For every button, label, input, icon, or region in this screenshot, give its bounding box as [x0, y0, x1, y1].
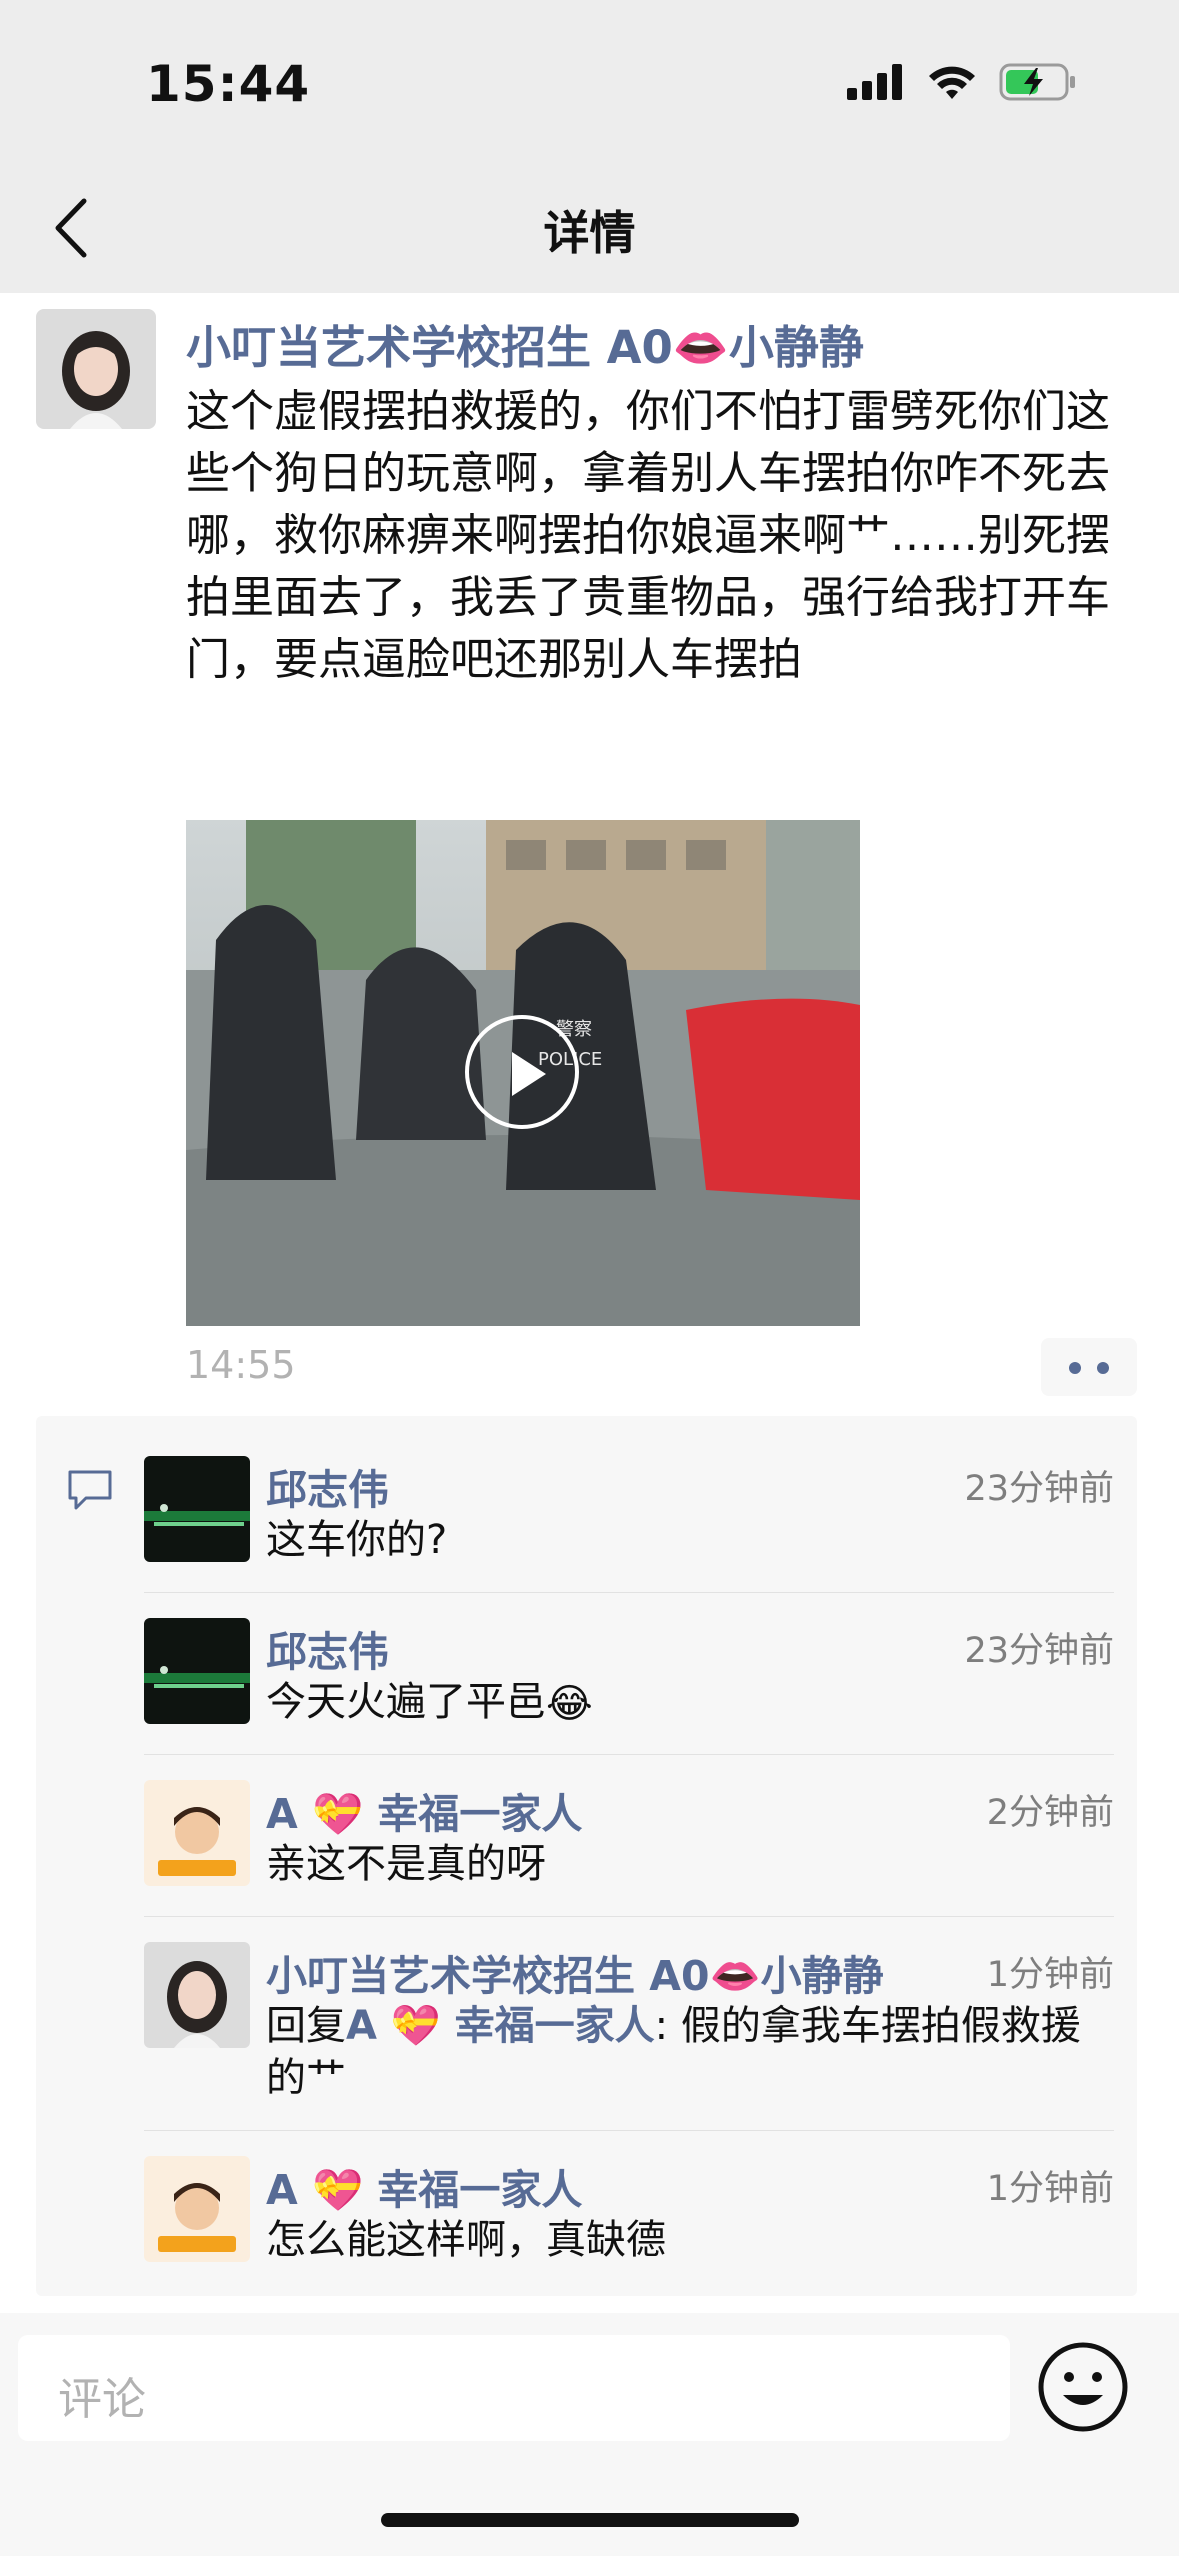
status-icons — [847, 62, 1079, 102]
status-time: 15:44 — [146, 55, 311, 113]
comment-text: 今天火遍了平邑😂 — [266, 1676, 1096, 1730]
comment-time: 23分钟前 — [964, 1469, 1114, 1509]
comment-divider — [144, 1754, 1114, 1755]
comment-input[interactable]: 评论 — [18, 2335, 1010, 2441]
cellular-signal-icon — [847, 64, 902, 100]
comment-author[interactable]: 小叮当艺术学校招生 A0👄小静静 — [266, 1942, 884, 2002]
comment-avatar[interactable] — [144, 1780, 250, 1886]
comment-time: 1分钟前 — [986, 2169, 1114, 2209]
comment-input-bar: 评论 — [0, 2313, 1179, 2556]
comment-text: 怎么能这样啊，真缺德 — [266, 2217, 666, 2263]
post-time: 14:55 — [186, 1343, 296, 1387]
comment-input-placeholder: 评论 — [58, 2374, 146, 2425]
comment-time: 23分钟前 — [964, 1631, 1114, 1671]
wifi-icon — [929, 66, 975, 99]
nav-bar: 详情 — [0, 165, 1179, 293]
comment-icon — [68, 1470, 112, 1510]
heart-emoji: 💝 — [312, 2166, 364, 2214]
page-title: 详情 — [543, 206, 636, 260]
comment-avatar[interactable] — [144, 2156, 250, 2262]
crying-laughing-emoji: 😂 — [546, 1681, 593, 1727]
heart-emoji: 💝 — [312, 1790, 364, 1838]
post-detail: 小叮当艺术学校招生 A0👄小静静 这个虚假摆拍救援的，你们不怕打雷劈死你们这些个… — [0, 293, 1179, 2313]
home-indicator — [381, 2513, 799, 2527]
video-thumbnail[interactable]: 警察 POLICE — [186, 820, 860, 1326]
reply-to-user[interactable]: A 💝 幸福一家人 — [346, 2003, 655, 2049]
comment-divider — [144, 1916, 1114, 1917]
comment-section: 邱志伟 23分钟前 这车你的? 邱志伟 23分钟前 今天火遍了平邑😂 A 💝 幸… — [36, 1416, 1137, 2296]
comment-author[interactable]: A 💝 幸福一家人 — [266, 1780, 582, 1840]
status-bar: 15:44 — [0, 0, 1179, 165]
comment-author[interactable]: A 💝 幸福一家人 — [266, 2156, 582, 2216]
comment-time: 2分钟前 — [986, 1793, 1114, 1833]
comment-avatar[interactable] — [144, 1456, 250, 1562]
smiley-icon[interactable] — [1035, 2339, 1131, 2435]
comment-avatar[interactable] — [144, 1942, 250, 2048]
more-dots-icon — [1069, 1362, 1081, 1374]
comment-avatar[interactable] — [144, 1618, 250, 1724]
battery-charging-icon — [999, 63, 1075, 101]
comment-text: 这车你的? — [266, 1517, 448, 1563]
comment-author[interactable]: 邱志伟 — [266, 1618, 389, 1678]
comment-divider — [144, 2130, 1114, 2131]
post-text: 这个虚假摆拍救援的，你们不怕打雷劈死你们这些个狗日的玩意啊，拿着别人车摆拍你咋不… — [186, 386, 1110, 685]
comment-text: 回复A 💝 幸福一家人: 假的拿我车摆拍假救援的艹 — [266, 2003, 1081, 2101]
post-avatar[interactable] — [36, 309, 156, 429]
play-icon[interactable] — [465, 1015, 579, 1129]
comment-divider — [144, 1592, 1114, 1593]
more-button[interactable] — [1041, 1338, 1137, 1396]
comment-text: 亲这不是真的呀 — [266, 1841, 546, 1887]
comment-author[interactable]: 邱志伟 — [266, 1456, 389, 1516]
post-author[interactable]: 小叮当艺术学校招生 A0👄小静静 — [186, 311, 864, 376]
comment-time: 1分钟前 — [986, 1955, 1114, 1995]
